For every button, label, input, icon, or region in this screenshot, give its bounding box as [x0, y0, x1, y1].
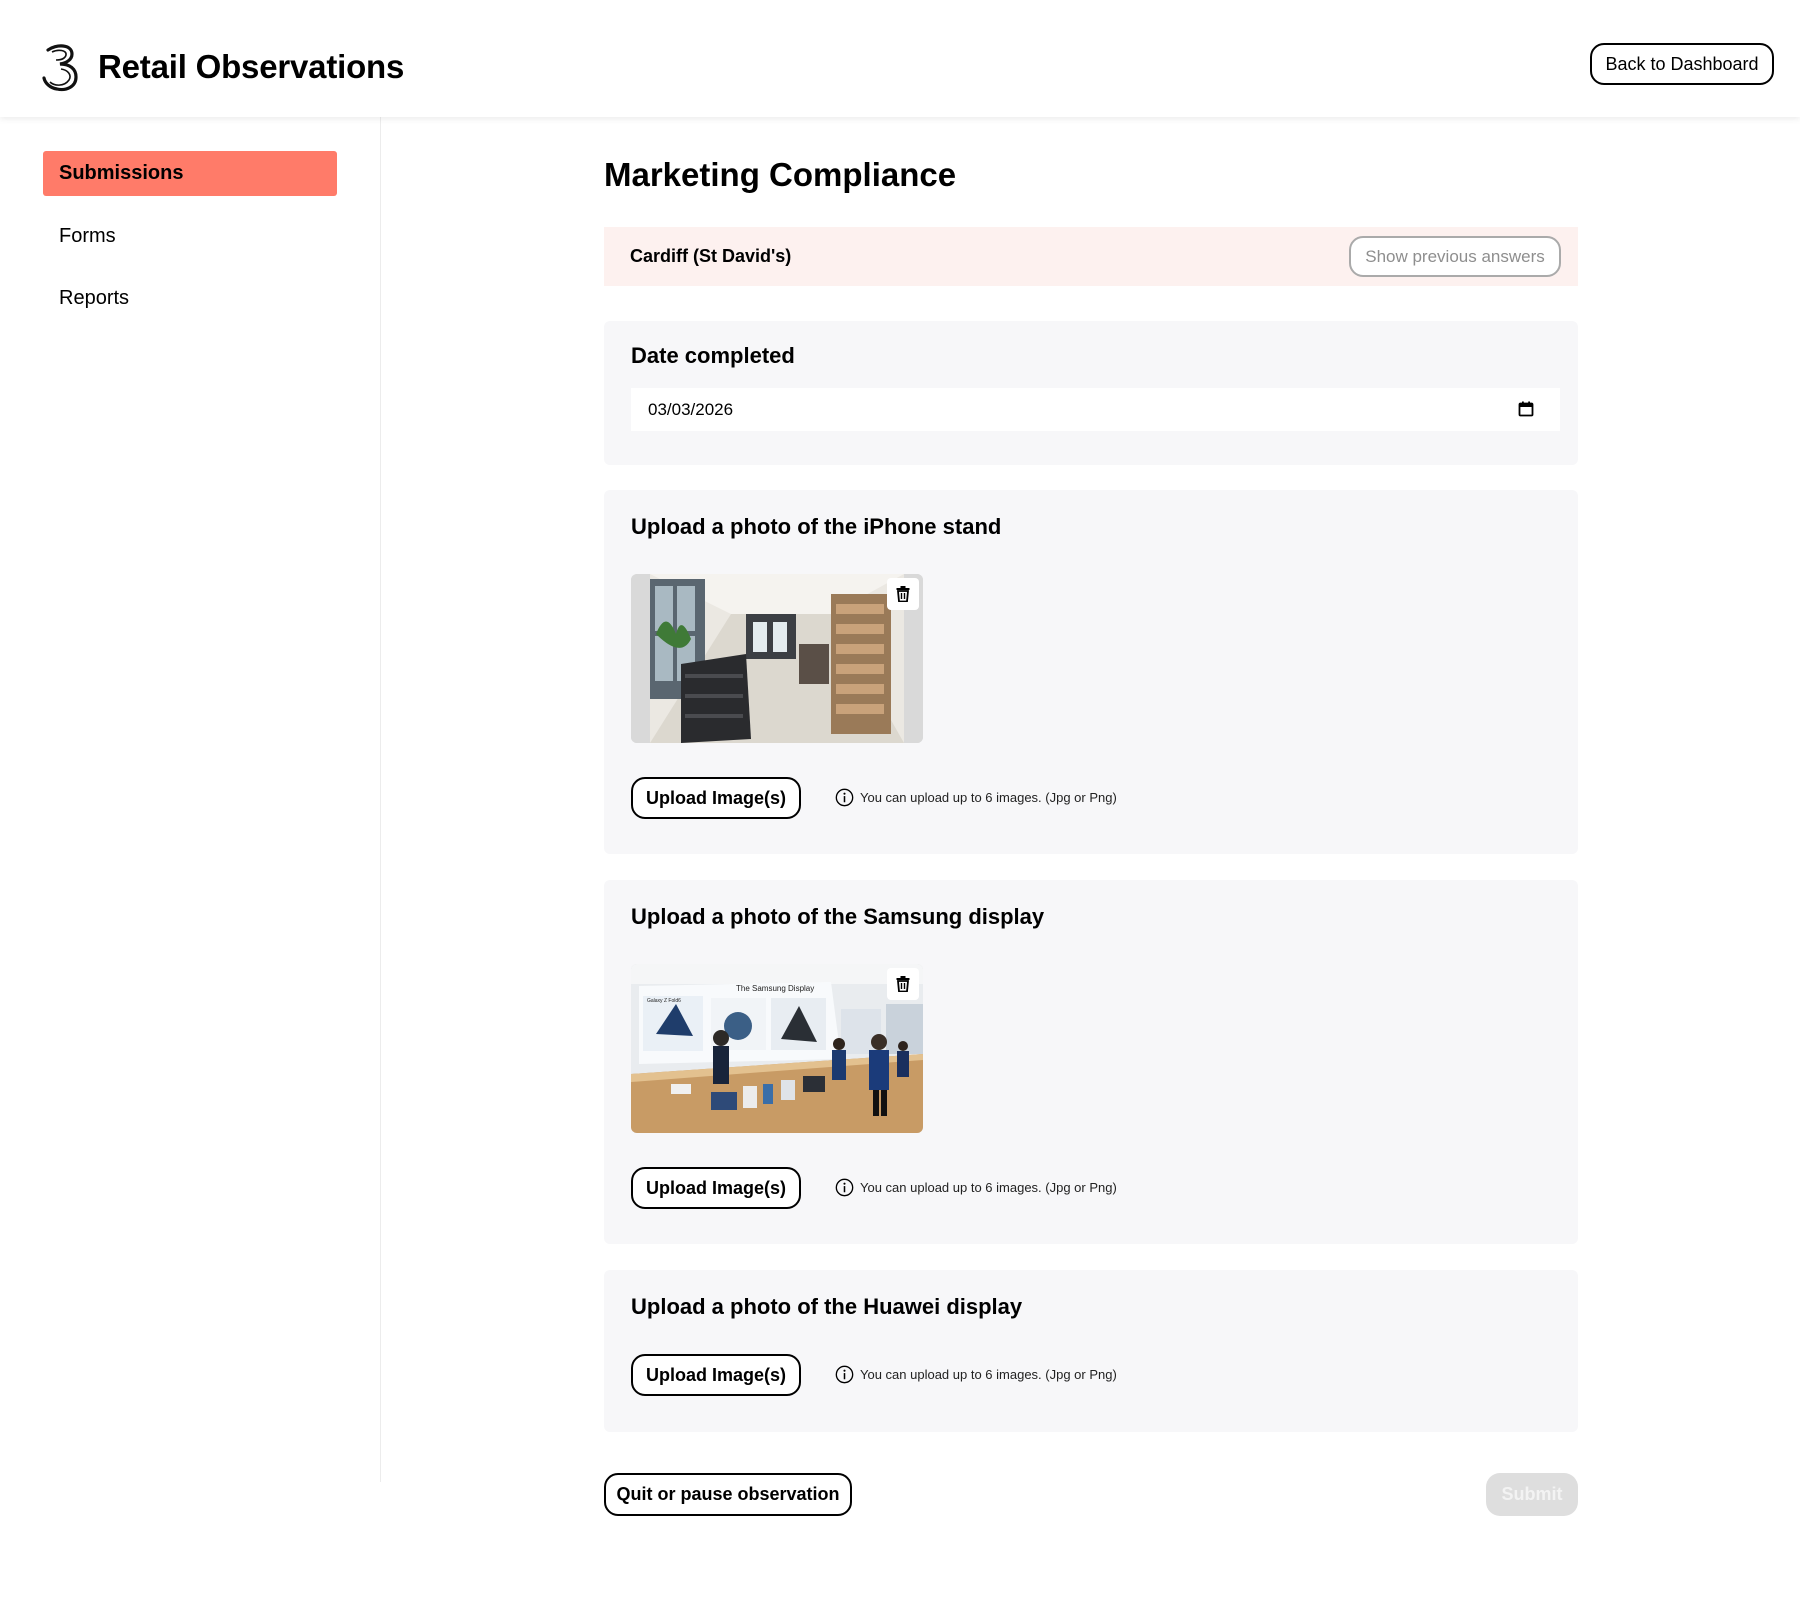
upload-hint-text: You can upload up to 6 images. (Jpg or P…	[860, 1180, 1117, 1195]
store-interior-photo	[631, 574, 923, 743]
page-title: Marketing Compliance	[604, 156, 957, 193]
uploaded-image-iphone-stand[interactable]	[631, 574, 923, 743]
store-bar: Cardiff (St David's) Show previous answe…	[604, 227, 1578, 286]
info-icon	[835, 788, 854, 807]
upload-hint-text: You can upload up to 6 images. (Jpg or P…	[860, 1367, 1117, 1382]
sidebar-item-label: Reports	[59, 287, 130, 309]
calendar-icon[interactable]	[1518, 401, 1534, 417]
upload-card-iphone: Upload a photo of the iPhone stand Uploa…	[604, 490, 1578, 854]
sidebar-item-submissions[interactable]: Submissions	[43, 151, 337, 196]
trash-icon	[896, 976, 910, 992]
sidebar-item-forms[interactable]: Forms	[43, 214, 337, 259]
upload-card-huawei: Upload a photo of the Huawei display Upl…	[604, 1270, 1578, 1432]
delete-image-button[interactable]	[887, 968, 919, 1000]
trash-icon	[896, 586, 910, 602]
upload-images-button[interactable]: Upload Image(s)	[631, 1354, 801, 1396]
sidebar-item-label: Forms	[59, 225, 116, 247]
upload-card-samsung: Upload a photo of the Samsung display Th…	[604, 880, 1578, 1244]
info-icon	[835, 1365, 854, 1384]
upload-card-title: Upload a photo of the Samsung display	[631, 904, 1045, 929]
upload-hint-text: You can upload up to 6 images. (Jpg or P…	[860, 790, 1117, 805]
sidebar-item-reports[interactable]: Reports	[43, 276, 337, 321]
app-title: Retail Observations	[98, 48, 405, 85]
submit-button[interactable]: Submit	[1486, 1473, 1578, 1516]
upload-card-title: Upload a photo of the Huawei display	[631, 1294, 1023, 1319]
sidebar: Submissions Forms Reports	[0, 117, 381, 1482]
date-completed-card: Date completed 03/03/2026	[604, 321, 1578, 465]
upload-hint: You can upload up to 6 images. (Jpg or P…	[835, 788, 1117, 807]
upload-images-button[interactable]: Upload Image(s)	[631, 777, 801, 819]
upload-card-title: Upload a photo of the iPhone stand	[631, 514, 1002, 539]
date-completed-label: Date completed	[631, 343, 795, 368]
date-value: 03/03/2026	[648, 399, 734, 419]
app-header: Retail Observations Back to Dashboard	[0, 0, 1800, 117]
delete-image-button[interactable]	[887, 578, 919, 610]
show-previous-answers-button[interactable]: Show previous answers	[1349, 236, 1561, 277]
store-name: Cardiff (St David's)	[630, 246, 792, 266]
uploaded-image-samsung-display[interactable]: The Samsung Display Galaxy Z Fold6	[631, 964, 923, 1133]
three-logo-icon	[42, 44, 78, 92]
info-icon	[835, 1178, 854, 1197]
sidebar-item-label: Submissions	[59, 162, 184, 184]
samsung-display-photo: The Samsung Display Galaxy Z Fold6	[631, 964, 923, 1133]
back-to-dashboard-button[interactable]: Back to Dashboard	[1590, 43, 1774, 85]
photo-panel-text: Galaxy Z Fold6	[647, 998, 681, 1004]
upload-hint: You can upload up to 6 images. (Jpg or P…	[835, 1178, 1117, 1197]
quit-or-pause-button[interactable]: Quit or pause observation	[604, 1473, 852, 1516]
upload-hint: You can upload up to 6 images. (Jpg or P…	[835, 1365, 1117, 1384]
photo-sign-text: The Samsung Display	[736, 984, 814, 993]
date-completed-input[interactable]: 03/03/2026	[631, 388, 1560, 431]
upload-images-button[interactable]: Upload Image(s)	[631, 1167, 801, 1209]
